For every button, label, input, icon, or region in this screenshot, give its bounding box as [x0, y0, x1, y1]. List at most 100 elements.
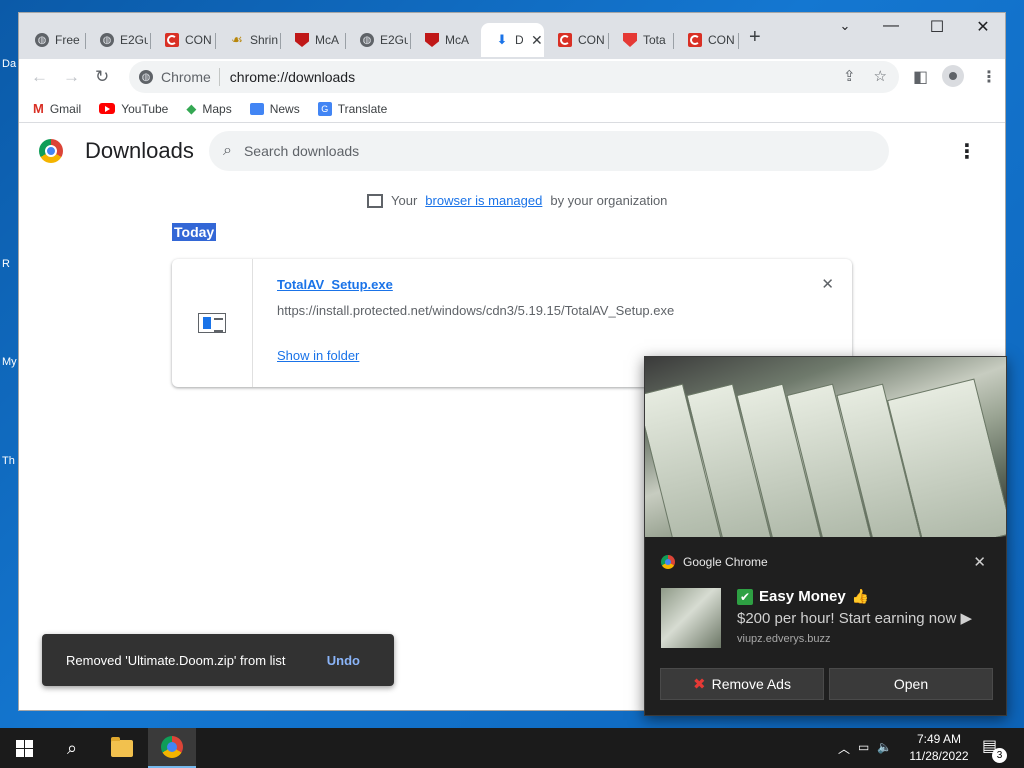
desktop-icon-label[interactable]: Th: [2, 455, 15, 467]
forward-arrow-icon[interactable]: →: [63, 67, 80, 87]
undo-button[interactable]: Undo: [327, 653, 360, 668]
start-button[interactable]: [0, 728, 48, 768]
chrome-page-icon: ◍: [139, 70, 153, 84]
tab-title: CON: [708, 33, 735, 47]
bookmark-label: YouTube: [121, 101, 169, 116]
tab-search-chevron-icon[interactable]: ⌄: [822, 18, 868, 34]
remove-download-close-icon[interactable]: ✕: [821, 275, 834, 293]
address-url[interactable]: chrome://downloads: [230, 69, 355, 85]
tab[interactable]: ◍ Free: [21, 23, 86, 57]
tab[interactable]: CON: [674, 23, 739, 57]
youtube-icon: [99, 103, 116, 114]
executable-file-icon: [198, 313, 226, 333]
bookmark-gmail[interactable]: M Gmail: [33, 101, 81, 116]
tab-title: CON: [185, 33, 212, 47]
page-title: Downloads: [85, 138, 194, 163]
tab-strip: ◍ Free ◍ E2Gu CON ☙ Shrin McA ◍ E2Gu McA ⬇ D ✕…: [19, 13, 1005, 59]
tab[interactable]: Tota: [609, 23, 674, 57]
tab[interactable]: ☙ Shrin: [216, 23, 281, 57]
desktop-icon-label[interactable]: My: [2, 356, 17, 368]
taskbar-chrome-button[interactable]: [148, 728, 196, 768]
profile-avatar-icon[interactable]: [942, 65, 964, 87]
bookmark-news[interactable]: News: [249, 102, 300, 116]
new-tab-plus-icon[interactable]: +: [749, 26, 761, 49]
building-icon: [367, 193, 383, 208]
red-x-icon: ✖: [693, 676, 706, 693]
tab-title: McA: [315, 33, 339, 47]
volume-icon[interactable]: 🔈: [877, 740, 892, 757]
browser-toolbar: ← → ↻ ◍ Chrome chrome://downloads ⇪ ☆ ◧ …: [19, 59, 1005, 95]
notification-close-icon[interactable]: ✕: [973, 553, 986, 571]
red-phone-icon: [558, 33, 572, 47]
browser-managed-link[interactable]: browser is managed: [425, 193, 542, 208]
site-chip[interactable]: ◍ Chrome: [139, 68, 220, 86]
remove-ads-label: Remove Ads: [711, 676, 791, 692]
chrome-logo-icon: [39, 139, 63, 163]
network-icon[interactable]: ▭: [858, 740, 869, 757]
desktop-icon-label[interactable]: Da: [2, 58, 16, 70]
close-window-icon[interactable]: ✕: [960, 17, 1005, 37]
search-bar[interactable]: ⌕: [209, 131, 889, 171]
desktop-icon-label[interactable]: R: [2, 258, 10, 270]
shrimp-icon: ☙: [231, 32, 243, 47]
tab-title: Tota: [643, 33, 666, 47]
downloads-menu-icon[interactable]: ⋮: [957, 139, 977, 164]
tab[interactable]: ◍ E2Gu: [346, 23, 411, 57]
show-in-folder-link[interactable]: Show in folder: [277, 348, 359, 363]
minimize-icon[interactable]: —: [868, 17, 914, 35]
tab-downloads-active[interactable]: ⬇ D ✕: [481, 23, 544, 57]
file-explorer-button[interactable]: [98, 728, 146, 768]
site-chip-label: Chrome: [161, 69, 211, 85]
windows-taskbar: ⌕ ︿ ▭ 🔈 7:49 AM 11/28/2022 ▤ 3: [0, 728, 1024, 768]
tab[interactable]: McA: [411, 23, 476, 57]
bookmark-maps[interactable]: ◆ Maps: [186, 101, 231, 117]
search-input[interactable]: [243, 143, 844, 159]
bookmarks-bar: M Gmail YouTube ◆ Maps News G Translate: [19, 95, 1005, 123]
back-arrow-icon[interactable]: ←: [31, 67, 48, 87]
tab[interactable]: CON: [544, 23, 609, 57]
taskbar-search-icon[interactable]: ⌕: [48, 728, 96, 768]
windows-logo-icon: [15, 739, 33, 757]
notification-app-source: Google Chrome: [661, 555, 768, 569]
removed-toast: Removed 'Ultimate.Doom.zip' from list Un…: [42, 634, 394, 686]
downloads-header: Downloads ⌕ ⋮: [19, 123, 1005, 179]
taskbar-clock[interactable]: 7:49 AM 11/28/2022: [906, 731, 972, 765]
mcafee-icon: [425, 33, 439, 47]
chrome-push-notification[interactable]: Google Chrome ✕ ✔ Easy Money 👍 $200 per …: [644, 356, 1007, 716]
maximize-icon[interactable]: ☐: [914, 17, 960, 37]
gmail-icon: M: [33, 101, 44, 116]
tab[interactable]: McA: [281, 23, 346, 57]
bookmark-translate[interactable]: G Translate: [317, 101, 388, 116]
bookmark-label: Translate: [337, 101, 388, 116]
toast-message: Removed 'Ultimate.Doom.zip' from list: [66, 652, 286, 668]
system-tray: ︿ ▭ 🔈: [838, 740, 892, 757]
share-icon[interactable]: ⇪: [843, 67, 856, 85]
side-panel-icon[interactable]: ◧: [913, 67, 928, 87]
chrome-logo-icon: [661, 555, 675, 569]
managed-prefix: Your: [391, 193, 418, 208]
totalav-icon: [623, 33, 637, 47]
chrome-logo-icon: [161, 736, 183, 758]
tab-title: D: [515, 33, 523, 47]
bookmark-youtube[interactable]: YouTube: [99, 102, 168, 116]
reload-icon[interactable]: ↻: [95, 67, 109, 87]
notification-title: Easy Money: [759, 588, 846, 605]
bookmark-label: Maps: [202, 101, 232, 116]
notification-thumbnail-image: [661, 588, 721, 648]
bookmark-star-icon[interactable]: ☆: [874, 67, 887, 85]
chevron-up-icon[interactable]: ︿: [838, 740, 850, 757]
download-icon: ⬇: [496, 32, 508, 47]
tab[interactable]: CON: [151, 23, 216, 57]
chrome-menu-icon[interactable]: ⋮: [981, 67, 997, 87]
download-filename-link[interactable]: TotalAV_Setup.exe: [277, 277, 393, 292]
tab-title: McA: [445, 33, 469, 47]
address-bar[interactable]: ◍ Chrome chrome://downloads ⇪ ☆: [129, 61, 899, 93]
tab[interactable]: ◍ E2Gu: [86, 23, 151, 57]
mcafee-icon: [295, 33, 309, 47]
remove-ads-button[interactable]: ✖ Remove Ads: [660, 668, 824, 700]
thumbs-up-icon: 👍: [851, 588, 870, 604]
open-button[interactable]: Open: [829, 668, 993, 700]
tab-close-icon[interactable]: ✕: [531, 32, 543, 49]
check-mark-icon: ✔: [737, 588, 753, 605]
notification-domain: viupz.edverys.buzz: [737, 633, 831, 645]
